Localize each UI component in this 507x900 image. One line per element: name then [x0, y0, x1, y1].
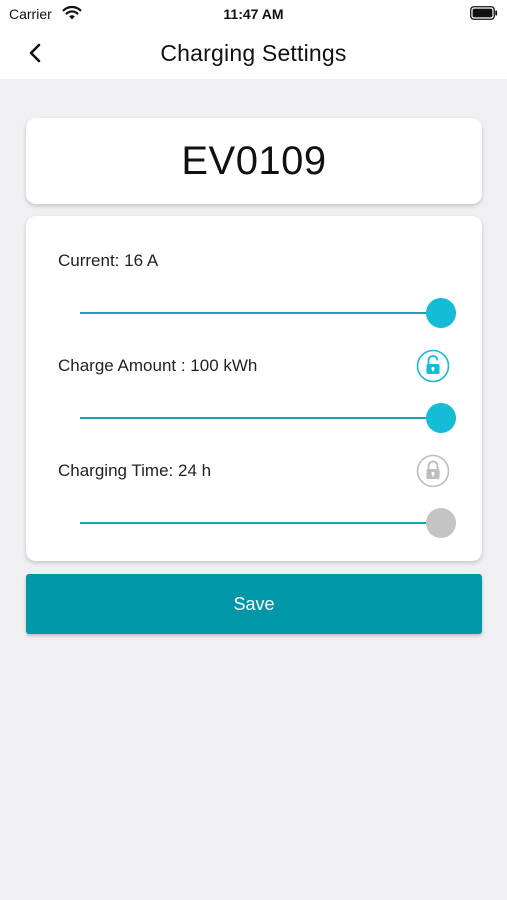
status-bar: Carrier 11:47 AM	[0, 0, 507, 30]
device-id: EV0109	[181, 138, 327, 183]
unlock-icon	[416, 349, 450, 383]
device-card: EV0109	[26, 118, 482, 204]
navigation-bar: Charging Settings	[0, 30, 507, 79]
charging-time-lock-button[interactable]	[416, 454, 450, 488]
charge-amount-slider[interactable]	[80, 403, 456, 433]
save-button[interactable]: Save	[26, 574, 482, 634]
slider-track	[80, 312, 456, 314]
charge-amount-lock-button[interactable]	[416, 349, 450, 383]
lock-icon	[416, 454, 450, 488]
current-label: Current: 16 A	[58, 251, 159, 270]
slider-track	[80, 417, 456, 419]
charging-time-slider[interactable]	[80, 508, 456, 538]
settings-card: Current: 16 A Charge Amount : 100 kWh Ch…	[26, 216, 482, 561]
slider-thumb[interactable]	[426, 403, 456, 433]
battery-icon	[470, 6, 498, 20]
current-slider[interactable]	[80, 298, 456, 328]
charging-time-label: Charging Time: 24 h	[58, 461, 212, 480]
status-time: 11:47 AM	[223, 6, 284, 22]
slider-track	[80, 522, 456, 524]
slider-thumb[interactable]	[426, 298, 456, 328]
slider-thumb[interactable]	[426, 508, 456, 538]
charge-amount-label: Charge Amount : 100 kWh	[58, 356, 258, 375]
page-title: Charging Settings	[160, 40, 347, 66]
